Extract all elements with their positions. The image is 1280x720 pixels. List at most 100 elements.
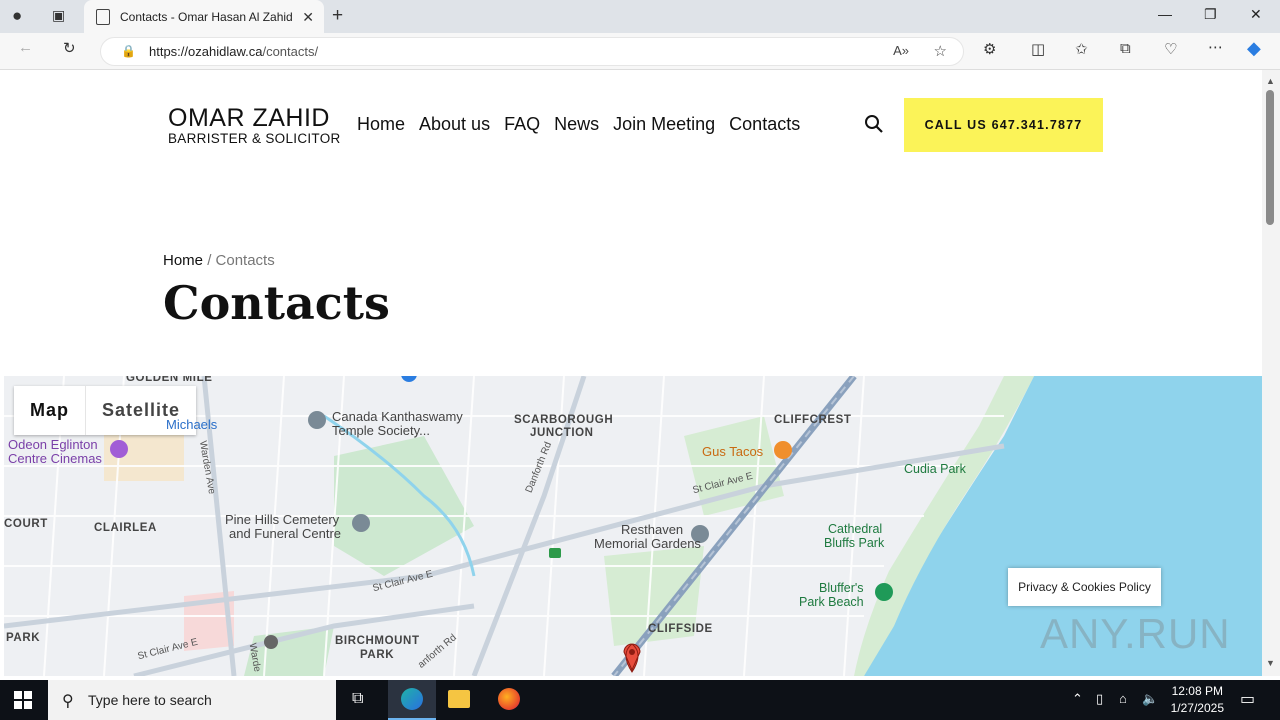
logo-name: OMAR ZAHID xyxy=(168,104,330,132)
map-label: CLAIRLEA xyxy=(94,522,157,534)
url-host: https://ozahidlaw.ca xyxy=(149,44,263,59)
close-tab-icon[interactable]: ✕ xyxy=(302,9,314,26)
split-screen-icon[interactable]: ◫ xyxy=(1031,40,1045,58)
tab-title: Contacts - Omar Hasan Al Zahid xyxy=(120,9,293,24)
task-view-icon[interactable]: ⧉ xyxy=(352,690,363,708)
site-logo[interactable]: OMAR ZAHID BARRISTER & SOLICITOR xyxy=(168,104,341,146)
breadcrumb-home[interactable]: Home xyxy=(163,252,203,269)
main-nav: Home About us FAQ News Join Meeting Cont… xyxy=(357,114,800,135)
breadcrumb: Home / Contacts xyxy=(163,252,275,269)
notifications-icon[interactable]: ▭ xyxy=(1240,689,1255,709)
windows-taskbar: ⚲ Type here to search ⧉ ⌃ ▯ ⌂ 🔈 12:08 PM… xyxy=(0,680,1280,720)
close-window-icon[interactable]: ✕ xyxy=(1250,6,1262,23)
transit-icon xyxy=(549,548,561,558)
map-label: PARK xyxy=(6,632,41,644)
edge-icon xyxy=(401,688,423,710)
map-label: CLIFFCREST xyxy=(774,414,852,426)
logo-tagline: BARRISTER & SOLICITOR xyxy=(168,131,341,146)
cemetery-pin-icon[interactable] xyxy=(352,514,370,532)
map-label: Cudia Park xyxy=(904,462,966,476)
network-icon[interactable]: ⌂ xyxy=(1119,691,1127,706)
map-label: Cathedral xyxy=(828,522,883,536)
map-label: Bluffs Park xyxy=(824,536,885,550)
cinema-pin-icon[interactable] xyxy=(110,440,128,458)
map-label: Resthaven xyxy=(621,522,684,537)
map-label: Pine Hills Cemetery xyxy=(225,512,340,527)
map-label: Gus Tacos xyxy=(702,444,764,459)
map-label: Odeon Eglinton xyxy=(8,437,98,452)
nav-news[interactable]: News xyxy=(554,114,599,135)
page-title: Contacts xyxy=(163,276,390,330)
windows-start-icon[interactable] xyxy=(14,691,32,709)
scroll-down-icon[interactable]: ▼ xyxy=(1266,658,1275,668)
map-label: and Funeral Centre xyxy=(229,526,342,541)
restore-icon[interactable]: ❐ xyxy=(1204,6,1217,23)
more-menu-icon[interactable]: ⋯ xyxy=(1208,38,1223,56)
nav-contacts[interactable]: Contacts xyxy=(729,114,800,135)
map-label: SCARBOROUGH xyxy=(514,414,614,426)
file-explorer-icon[interactable] xyxy=(448,690,470,708)
map-label: Temple Society... xyxy=(332,423,431,438)
nav-about-us[interactable]: About us xyxy=(419,114,490,135)
map-label: JUNCTION xyxy=(530,427,594,439)
map-label: Michaels xyxy=(166,417,218,432)
profile-icon[interactable]: ● xyxy=(12,6,22,26)
watermark: ANY.RUN xyxy=(1040,610,1231,657)
favorite-star-icon[interactable]: ☆ xyxy=(934,42,947,60)
browser-tabbar: ● ▣ Contacts - Omar Hasan Al Zahid ✕ + —… xyxy=(0,0,1280,33)
minimize-icon[interactable]: — xyxy=(1158,6,1172,22)
read-aloud-icon[interactable]: A» xyxy=(893,43,909,58)
new-tab-icon[interactable]: + xyxy=(332,5,343,27)
map-label: PARK xyxy=(360,649,395,661)
back-icon[interactable]: ← xyxy=(18,39,33,56)
lock-icon[interactable]: 🔒 xyxy=(121,44,136,58)
breadcrumb-current: Contacts xyxy=(215,252,275,269)
browser-essentials-icon[interactable]: ♡ xyxy=(1164,40,1177,58)
collections-icon[interactable]: ⧉ xyxy=(1120,40,1131,57)
battery-icon[interactable]: ▯ xyxy=(1096,691,1103,707)
browser-tab-contacts[interactable]: Contacts - Omar Hasan Al Zahid ✕ xyxy=(84,0,324,33)
page-icon xyxy=(96,8,110,25)
map-label: COURT xyxy=(4,518,48,530)
breadcrumb-separator: / xyxy=(207,252,212,269)
scroll-up-icon[interactable]: ▲ xyxy=(1266,76,1275,86)
search-icon: ⚲ xyxy=(62,693,74,710)
nav-home[interactable]: Home xyxy=(357,114,405,135)
edge-taskbar-button[interactable] xyxy=(388,680,436,720)
page-scrollbar[interactable]: ▲ ▼ xyxy=(1262,70,1280,676)
search-icon[interactable] xyxy=(864,114,884,134)
favorites-icon[interactable]: ✩ xyxy=(1075,40,1088,58)
refresh-icon[interactable]: ↻ xyxy=(63,39,76,57)
extensions-icon[interactable]: ⚙ xyxy=(983,40,996,58)
nav-join-meeting[interactable]: Join Meeting xyxy=(613,114,715,135)
address-bar[interactable]: 🔒 https://ozahidlaw.ca/contacts/ A» ☆ xyxy=(100,37,964,66)
call-us-button[interactable]: CALL US 647.341.7877 xyxy=(904,98,1103,152)
taskbar-search-box[interactable]: ⚲ Type here to search xyxy=(48,680,336,720)
map-label: Park Beach xyxy=(799,595,864,609)
clock-time: 12:08 PM xyxy=(1171,684,1223,698)
map-label: GOLDEN MILE xyxy=(126,376,213,384)
subway-icon xyxy=(264,635,278,649)
map-label: CLIFFSIDE xyxy=(648,623,713,635)
copilot-icon[interactable]: ◆ xyxy=(1247,38,1261,59)
beach-pin-icon[interactable] xyxy=(875,583,893,601)
map-label: Memorial Gardens xyxy=(594,536,701,551)
taskbar-clock[interactable]: 12:08 PM 1/27/2025 xyxy=(1171,683,1224,717)
restaurant-pin-icon[interactable] xyxy=(774,441,792,459)
privacy-cookies-badge[interactable]: Privacy & Cookies Policy xyxy=(1008,568,1161,606)
map-type-map-button[interactable]: Map xyxy=(14,386,85,435)
show-hidden-icons-icon[interactable]: ⌃ xyxy=(1072,691,1083,707)
firefox-icon[interactable] xyxy=(498,688,520,710)
browser-toolbar: ← ↻ 🔒 https://ozahidlaw.ca/contacts/ A» … xyxy=(0,33,1280,70)
volume-icon[interactable]: 🔈 xyxy=(1142,691,1158,707)
nav-faq[interactable]: FAQ xyxy=(504,114,540,135)
map-label: Centre Cinemas xyxy=(8,451,102,466)
temple-pin-icon[interactable] xyxy=(308,411,326,429)
taskbar-search-placeholder: Type here to search xyxy=(88,692,212,708)
scroll-thumb[interactable] xyxy=(1266,90,1274,225)
map-label: Bluffer's xyxy=(819,581,864,595)
url-path: /contacts/ xyxy=(262,44,319,59)
map-label: Canada Kanthaswamy xyxy=(332,409,463,424)
clock-date: 1/27/2025 xyxy=(1170,701,1224,715)
tab-actions-icon[interactable]: ▣ xyxy=(52,7,65,24)
